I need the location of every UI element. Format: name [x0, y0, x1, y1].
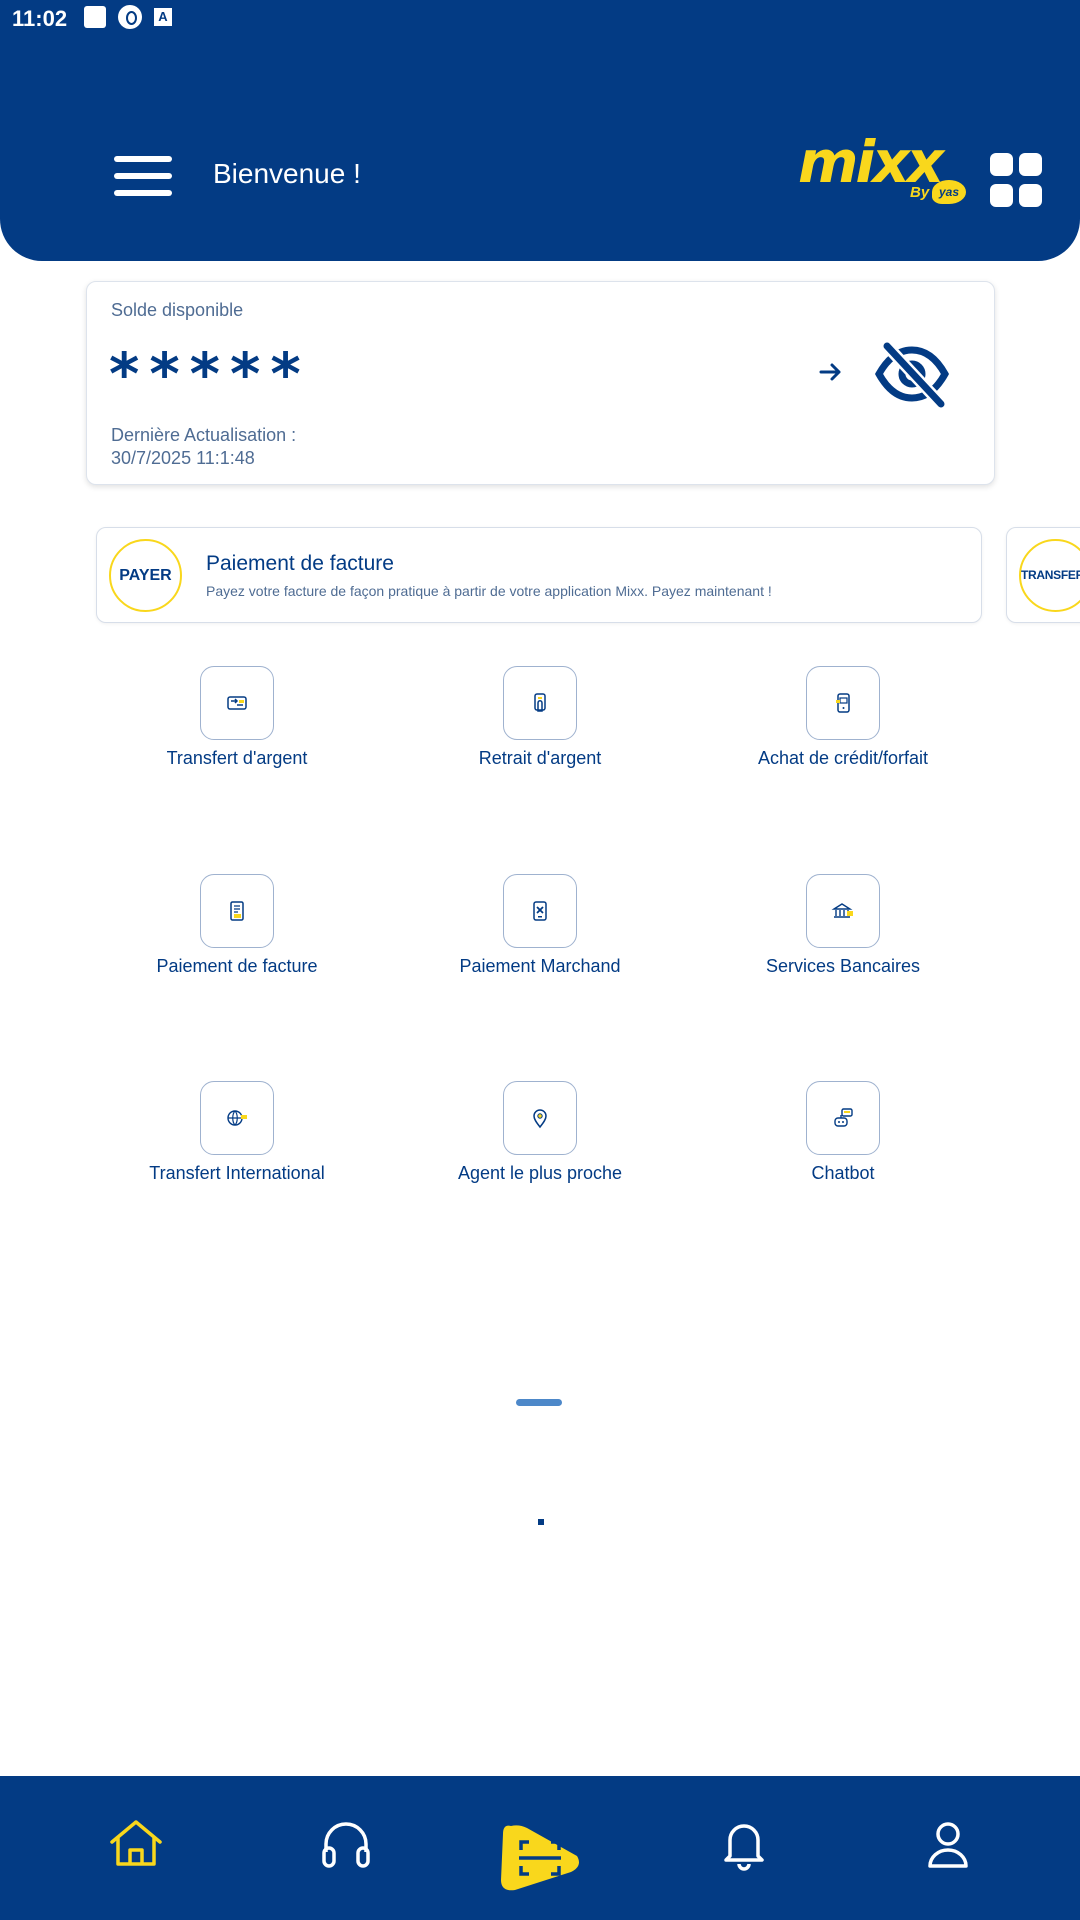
arrow-right-icon[interactable] [815, 356, 847, 388]
service-international-transfer[interactable]: Transfert International [87, 1081, 387, 1184]
chatbot-icon [806, 1081, 880, 1155]
mixx-logo: mixx By yas [798, 132, 966, 212]
service-chatbot[interactable]: Chatbot [693, 1081, 993, 1184]
scan-icon[interactable] [497, 1820, 583, 1894]
service-label: Paiement Marchand [459, 956, 621, 976]
notification-icon [84, 6, 106, 28]
promo-card[interactable]: TRANSFERT [1006, 527, 1080, 623]
service-nearest-agent[interactable]: Agent le plus proche [390, 1081, 690, 1184]
service-label: Chatbot [811, 1163, 875, 1183]
app-header: 11:02 A Bienvenue ! mixx By yas [0, 0, 1080, 261]
service-label: Services Bancaires [765, 956, 921, 976]
service-label: Transfert d'argent [166, 748, 308, 768]
drag-handle[interactable] [516, 1399, 562, 1406]
service-label: Retrait d'argent [478, 748, 602, 768]
service-airtime-purchase[interactable]: Achat de crédit/forfait [693, 666, 993, 769]
cash-withdrawal-icon [503, 666, 577, 740]
service-bill-payment[interactable]: Paiement de facture [87, 874, 387, 977]
balance-label: Solde disponible [111, 300, 244, 320]
balance-value: ***** [109, 340, 311, 408]
promo-card[interactable]: PAYER Paiement de facture Payez votre fa… [96, 527, 982, 623]
home-icon[interactable] [106, 1814, 166, 1874]
bill-payment-icon [200, 874, 274, 948]
service-label: Paiement de facture [156, 956, 318, 976]
apps-grid-icon[interactable] [990, 153, 1042, 207]
service-money-transfer[interactable]: Transfert d'argent [87, 666, 387, 769]
last-update: Dernière Actualisation : 30/7/2025 11:1:… [111, 424, 296, 470]
bell-icon[interactable] [714, 1814, 774, 1874]
bank-services-icon [806, 874, 880, 948]
service-merchant-payment[interactable]: Paiement Marchand [390, 874, 690, 977]
service-cash-withdrawal[interactable]: Retrait d'argent [390, 666, 690, 769]
keyboard-a-icon: A [154, 8, 172, 26]
eye-off-icon[interactable] [875, 340, 949, 408]
loading-dot [538, 1519, 544, 1525]
last-update-time: 30/7/2025 11:1:48 [111, 448, 255, 468]
bottom-nav [0, 1776, 1080, 1920]
user-icon[interactable] [918, 1814, 978, 1874]
promo-badge: PAYER [109, 539, 182, 612]
last-update-label: Dernière Actualisation : [111, 425, 297, 445]
sync-icon [118, 5, 142, 29]
location-pin-icon [503, 1081, 577, 1155]
balance-card: Solde disponible ***** Dernière Actualis… [86, 281, 995, 485]
promo-title: Paiement de facture [206, 552, 394, 575]
service-bank-services[interactable]: Services Bancaires [693, 874, 993, 977]
menu-icon[interactable] [114, 156, 172, 196]
service-label: Transfert International [149, 1163, 325, 1183]
welcome-text: Bienvenue ! [213, 158, 361, 189]
money-transfer-icon [200, 666, 274, 740]
promo-subtitle: Payez votre facture de façon pratique à … [206, 583, 772, 599]
service-label: Agent le plus proche [457, 1163, 623, 1183]
international-transfer-icon [200, 1081, 274, 1155]
status-time: 11:02 [12, 6, 68, 31]
headset-icon[interactable] [316, 1814, 376, 1874]
service-label: Achat de crédit/forfait [757, 748, 929, 768]
airtime-purchase-icon [806, 666, 880, 740]
status-icons: A [84, 5, 172, 29]
promo-badge: TRANSFERT [1019, 539, 1080, 612]
merchant-payment-icon [503, 874, 577, 948]
